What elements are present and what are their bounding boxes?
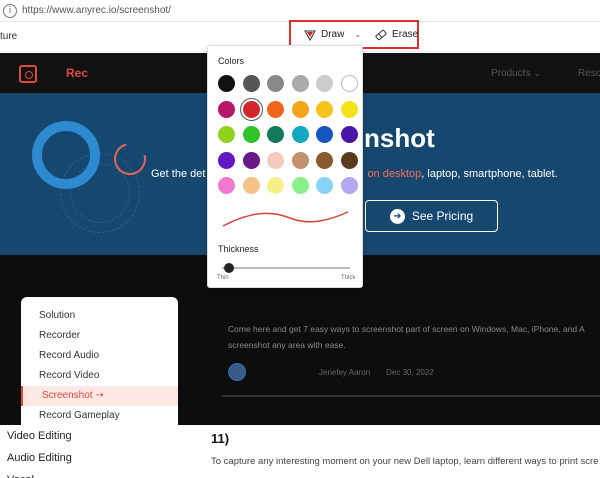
solution-dropdown-menu: Solution Recorder Record Audio Record Vi… — [21, 297, 178, 425]
article-excerpt: Come here and get 7 easy ways to screens… — [228, 324, 585, 350]
color-swatch-grid — [218, 75, 358, 194]
thickness-slider-handle[interactable] — [224, 263, 234, 273]
see-pricing-label: See Pricing — [411, 209, 474, 223]
color-swatch[interactable] — [242, 151, 260, 169]
color-swatch[interactable] — [316, 126, 333, 143]
article-paragraph: To capture any interesting moment on you… — [211, 456, 599, 467]
author-row: Jenefey Aaron Dec 30, 2022 — [228, 363, 434, 381]
color-swatch[interactable] — [267, 177, 284, 194]
color-swatch[interactable] — [316, 100, 333, 118]
menu-item-record-gameplay[interactable]: Record Gameplay — [21, 406, 178, 425]
screen: i https://www.anyrec.io/screenshot/ ture… — [0, 0, 600, 478]
pen-icon — [304, 30, 316, 41]
color-swatch[interactable] — [242, 177, 260, 194]
color-swatch[interactable] — [316, 75, 333, 92]
color-swatch[interactable] — [291, 151, 309, 169]
see-pricing-button[interactable]: ➜ See Pricing — [365, 200, 498, 232]
thick-label: Thick — [341, 275, 356, 281]
avatar[interactable] — [228, 363, 246, 381]
menu-item-screenshot-label: Screenshot — [42, 390, 93, 401]
color-swatch[interactable] — [340, 126, 358, 143]
colors-heading: Colors — [218, 56, 245, 66]
nav-resources[interactable]: Reso — [578, 68, 600, 79]
draw-options-popup: Colors Thickness Thin Thick — [207, 45, 363, 288]
thickness-slider[interactable] — [222, 263, 350, 273]
divider — [222, 395, 600, 397]
stroke-preview — [222, 211, 349, 227]
color-swatch[interactable] — [218, 151, 235, 169]
author-name[interactable]: Jenefey Aaron — [319, 368, 370, 377]
arrow-right-icon: → — [95, 390, 104, 401]
thickness-heading: Thickness — [218, 244, 259, 254]
address-bar[interactable]: i https://www.anyrec.io/screenshot/ — [0, 0, 600, 22]
color-swatch[interactable] — [218, 177, 235, 194]
nav-products[interactable]: Products ⌄ — [491, 68, 542, 79]
thin-label: Thin — [217, 275, 229, 281]
sidebar-item-audio-editing[interactable]: Audio Editing — [0, 447, 155, 469]
color-swatch[interactable] — [340, 75, 358, 92]
eraser-icon — [375, 29, 387, 40]
color-swatch[interactable] — [218, 100, 235, 118]
erase-label: Erase — [392, 29, 419, 40]
url-text[interactable]: https://www.anyrec.io/screenshot/ — [22, 5, 171, 16]
brand-name[interactable]: Rec — [66, 66, 88, 80]
color-swatch[interactable] — [218, 126, 235, 143]
color-swatch[interactable] — [218, 75, 235, 92]
info-icon[interactable]: i — [3, 3, 17, 18]
capture-label: ture — [0, 31, 18, 42]
color-swatch[interactable] — [340, 177, 358, 194]
arrow-right-icon: ➜ — [389, 208, 405, 224]
sidebar-item-vocal[interactable]: Vocal... — [0, 469, 155, 478]
lower-page: Video Editing Audio Editing Vocal... 11)… — [0, 425, 600, 478]
lower-sidebar: Video Editing Audio Editing Vocal... — [0, 425, 155, 478]
color-swatch[interactable] — [267, 151, 284, 169]
color-swatch[interactable] — [267, 100, 284, 118]
erase-button[interactable]: Erase — [375, 29, 418, 41]
menu-item-record-audio[interactable]: Record Audio — [21, 346, 178, 366]
color-swatch[interactable] — [239, 97, 263, 121]
draw-label: Draw — [321, 29, 345, 40]
menu-item-recorder[interactable]: Recorder — [21, 326, 178, 346]
logo-icon[interactable] — [19, 65, 37, 83]
article-heading: 11) — [211, 431, 230, 446]
color-swatch[interactable] — [291, 100, 309, 118]
menu-item-record-video[interactable]: Record Video — [21, 366, 178, 386]
color-swatch[interactable] — [291, 126, 309, 143]
color-swatch[interactable] — [242, 75, 260, 92]
color-swatch[interactable] — [267, 75, 284, 92]
color-swatch[interactable] — [340, 100, 358, 118]
color-swatch[interactable] — [267, 126, 284, 143]
menu-item-screenshot[interactable]: Screenshot → — [21, 386, 178, 406]
color-swatch[interactable] — [340, 151, 358, 169]
post-date: Dec 30, 2022 — [386, 367, 434, 377]
chevron-down-icon[interactable]: ⌄ — [354, 30, 361, 39]
hero-title: nshot — [364, 123, 435, 153]
color-swatch[interactable] — [291, 75, 309, 92]
draw-button[interactable]: Draw ⌄ — [291, 22, 367, 48]
color-swatch[interactable] — [316, 177, 333, 194]
color-swatch[interactable] — [291, 177, 309, 194]
color-swatch[interactable] — [316, 151, 333, 169]
sidebar-item-video-editing[interactable]: Video Editing — [0, 425, 155, 447]
menu-item-solution[interactable]: Solution — [21, 306, 178, 326]
color-swatch[interactable] — [242, 126, 260, 143]
decor-ring — [32, 121, 100, 189]
